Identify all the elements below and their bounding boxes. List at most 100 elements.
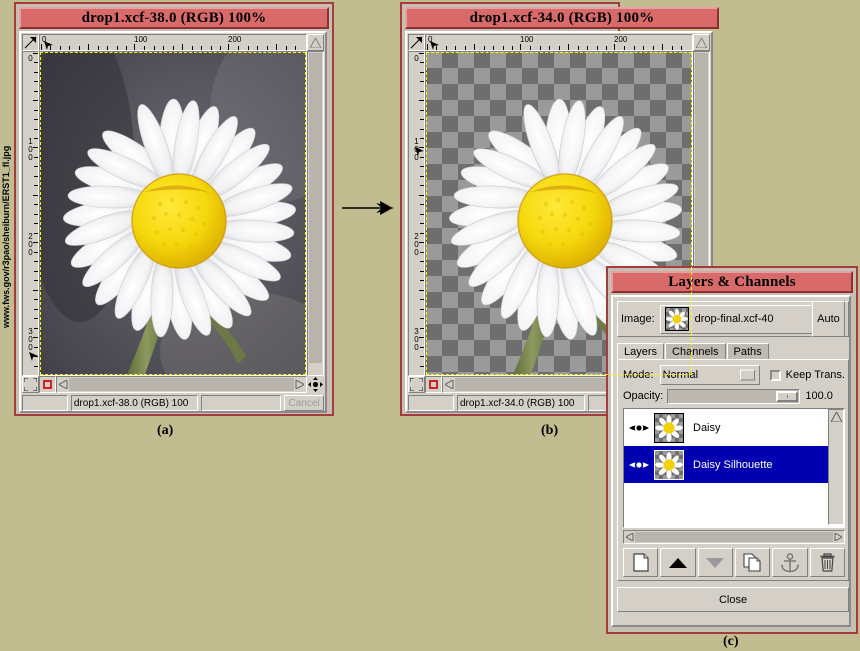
quickmask-on-button[interactable] bbox=[39, 376, 56, 393]
ruler-v-label: 200 bbox=[26, 232, 34, 256]
window-a-progress bbox=[201, 395, 281, 411]
layer-row-daisy[interactable]: Daisy bbox=[624, 409, 828, 446]
lower-layer-icon bbox=[705, 557, 725, 569]
layers-dialog-title: Layers & Channels bbox=[668, 274, 796, 291]
keep-trans-label: Keep Trans. bbox=[786, 369, 845, 381]
new-layer-icon bbox=[633, 553, 649, 572]
quickmask-on-button[interactable] bbox=[425, 376, 442, 393]
layer-thumbnail bbox=[654, 413, 684, 443]
window-b-horizontal-ruler[interactable]: 0 100 200 bbox=[425, 34, 693, 51]
opacity-value: 100.0 bbox=[805, 390, 833, 402]
window-a-title: drop1.xcf-38.0 (RGB) 100% bbox=[82, 10, 267, 27]
layers-tab-content: Mode: Normal Keep Trans. Opacity: bbox=[617, 359, 849, 581]
chevron-down-icon[interactable] bbox=[740, 370, 755, 381]
window-a-titlebar[interactable]: drop1.xcf-38.0 (RGB) 100% bbox=[19, 7, 329, 29]
window-a-scroll-up-button[interactable] bbox=[307, 34, 324, 51]
close-label: Close bbox=[719, 594, 747, 606]
tab-paths-label: Paths bbox=[734, 346, 762, 358]
layer-toolbar bbox=[623, 548, 845, 577]
anchor-layer-icon bbox=[780, 553, 800, 573]
window-a-horizontal-scrollbar[interactable] bbox=[56, 376, 307, 393]
window-b-ruler-corner[interactable] bbox=[408, 34, 425, 51]
window-b-status-text: drop1.xcf-34.0 (RGB) 100 bbox=[460, 398, 575, 409]
ruler-v-label: 200 bbox=[412, 232, 420, 256]
quickmask-off-button[interactable] bbox=[22, 376, 39, 393]
window-a-horizontal-ruler[interactable]: 0 100 200 bbox=[39, 34, 307, 51]
window-a-status-text: drop1.xcf-38.0 (RGB) 100 bbox=[74, 398, 189, 409]
layer-list-vertical-scrollbar[interactable] bbox=[828, 409, 844, 525]
layer-visibility-toggle[interactable] bbox=[624, 422, 654, 434]
raise-layer-icon bbox=[668, 557, 688, 569]
caption-a: (a) bbox=[157, 423, 173, 439]
layer-row-daisy-silhouette[interactable]: Daisy Silhouette bbox=[624, 446, 828, 483]
window-a-vertical-ruler[interactable]: 0 100 200 300 bbox=[22, 51, 39, 376]
layer-list[interactable]: Daisy bbox=[624, 409, 828, 525]
daisy-photo-a bbox=[40, 52, 306, 375]
transform-arrow bbox=[342, 200, 394, 216]
source-url-watermark: www.fws.gov/r3pao/sheiburn/ERST1_fl.jpg bbox=[1, 98, 11, 328]
tab-layers-label: Layers bbox=[624, 346, 657, 358]
window-a-cancel-button[interactable]: Cancel bbox=[284, 395, 324, 411]
layer-name: Daisy bbox=[693, 422, 721, 434]
window-a-statusbar: drop1.xcf-38.0 (RGB) 100 Cancel bbox=[22, 395, 324, 411]
close-button[interactable]: Close bbox=[617, 587, 849, 612]
auto-label: Auto bbox=[817, 313, 840, 325]
ruler-h-label: 100 bbox=[134, 36, 147, 44]
ruler-h-label: 200 bbox=[228, 36, 241, 44]
duplicate-layer-icon bbox=[743, 553, 762, 572]
delete-layer-icon bbox=[819, 553, 836, 572]
ruler-h-label: 200 bbox=[614, 36, 627, 44]
tab-channels[interactable]: Channels bbox=[665, 343, 725, 360]
opacity-slider[interactable] bbox=[667, 389, 800, 404]
tabstrip: Layers Channels Paths bbox=[617, 342, 770, 360]
ruler-v-label: 300 bbox=[412, 327, 420, 351]
image-value: drop-final.xcf-40 bbox=[695, 313, 774, 325]
delete-layer-button[interactable] bbox=[810, 548, 845, 577]
window-a-vertical-scrollbar[interactable] bbox=[307, 51, 324, 376]
ruler-v-label: 0 bbox=[412, 54, 420, 62]
layer-list-frame: Daisy bbox=[623, 408, 845, 528]
eye-icon bbox=[628, 459, 650, 471]
window-b-scroll-up-button[interactable] bbox=[693, 34, 710, 51]
screenshot-root: www.fws.gov/r3pao/sheiburn/ERST1_fl.jpg … bbox=[0, 0, 860, 651]
ruler-v-label: 300 bbox=[26, 327, 34, 351]
opacity-row: Opacity: 100.0 bbox=[623, 388, 845, 404]
window-b-vertical-ruler[interactable]: 0 100 200 300 bbox=[408, 51, 425, 376]
raise-layer-button[interactable] bbox=[660, 548, 695, 577]
window-a-navigation-button[interactable] bbox=[307, 376, 324, 393]
mode-combo[interactable]: Normal bbox=[660, 365, 760, 385]
window-a-status-left bbox=[22, 395, 68, 411]
opacity-slider-knob[interactable] bbox=[776, 391, 798, 402]
ruler-v-label: 100 bbox=[26, 137, 34, 161]
image-window-a[interactable]: drop1.xcf-38.0 (RGB) 100% 0 100 200 bbox=[14, 2, 334, 416]
keep-trans-checkbox[interactable] bbox=[770, 370, 781, 381]
window-b-titlebar[interactable]: drop1.xcf-34.0 (RGB) 100% bbox=[405, 7, 719, 29]
layers-dialog-titlebar[interactable]: Layers & Channels bbox=[611, 271, 853, 293]
window-a-ruler-corner[interactable] bbox=[22, 34, 39, 51]
mode-row: Mode: Normal Keep Trans. bbox=[623, 365, 845, 385]
ruler-h-label: 100 bbox=[520, 36, 533, 44]
duplicate-layer-button[interactable] bbox=[735, 548, 770, 577]
quickmask-off-button[interactable] bbox=[408, 376, 425, 393]
eye-icon bbox=[628, 422, 650, 434]
anchor-layer-button[interactable] bbox=[772, 548, 807, 577]
new-layer-button[interactable] bbox=[623, 548, 658, 577]
mode-value: Normal bbox=[663, 369, 698, 381]
opacity-label: Opacity: bbox=[623, 390, 663, 402]
tab-layers[interactable]: Layers bbox=[617, 343, 664, 360]
notebook-panel: Layers Channels Paths Mode: Normal bbox=[617, 342, 849, 581]
window-b-status-title: drop1.xcf-34.0 (RGB) 100 bbox=[457, 395, 585, 411]
lower-layer-button[interactable] bbox=[698, 548, 733, 577]
layer-thumbnail bbox=[654, 450, 684, 480]
window-a-status-title: drop1.xcf-38.0 (RGB) 100 bbox=[71, 395, 199, 411]
caption-b: (b) bbox=[541, 423, 558, 439]
auto-button[interactable]: Auto bbox=[812, 301, 845, 337]
window-b-status-left bbox=[408, 395, 454, 411]
image-window-b[interactable]: drop1.xcf-34.0 (RGB) 100% 0 100 200 bbox=[400, 2, 620, 416]
tab-paths[interactable]: Paths bbox=[727, 343, 769, 360]
ruler-v-label: 0 bbox=[26, 54, 34, 62]
layer-list-horizontal-scrollbar[interactable] bbox=[623, 530, 845, 544]
window-a-canvas[interactable] bbox=[39, 51, 307, 376]
layers-channels-dialog[interactable]: Layers & Channels Image: bbox=[606, 266, 858, 634]
layer-visibility-toggle[interactable] bbox=[624, 459, 654, 471]
